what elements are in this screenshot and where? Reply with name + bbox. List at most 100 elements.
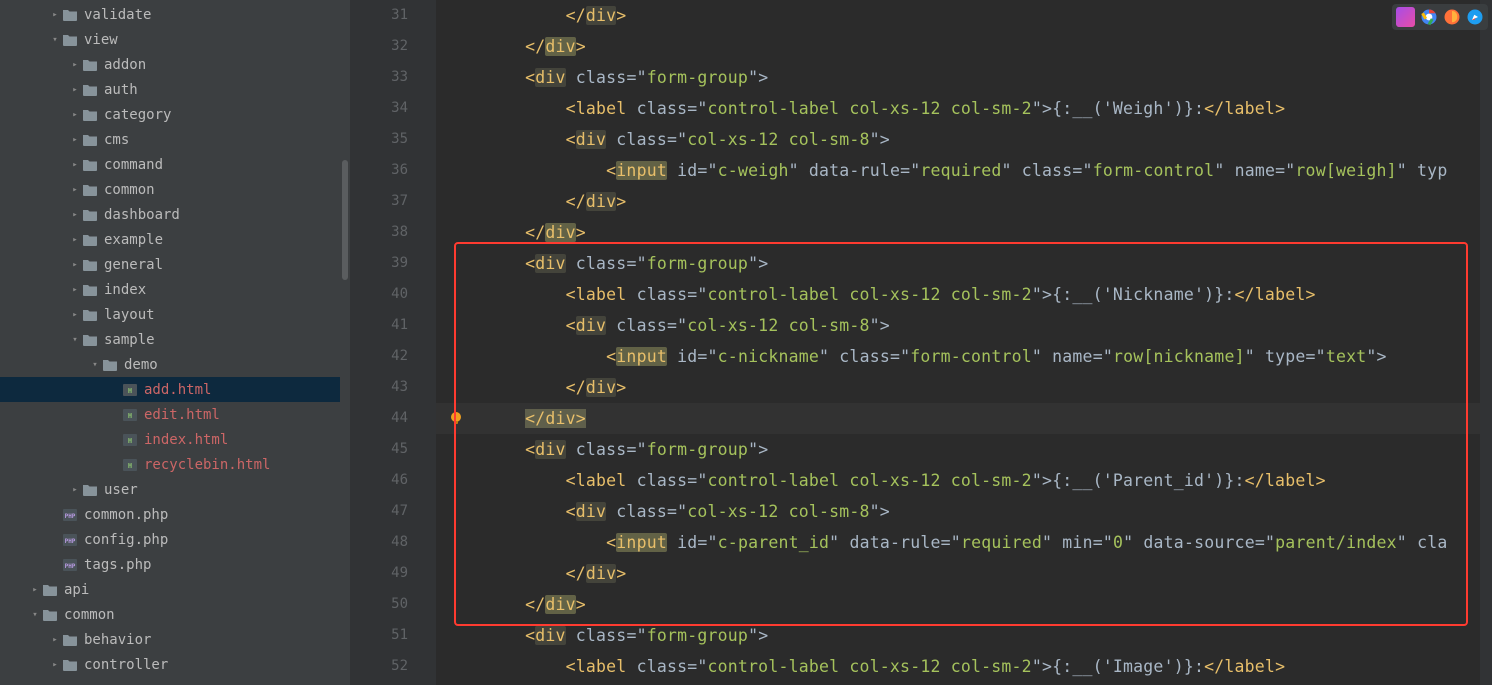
tree-item-controller[interactable]: ▸controller [0, 652, 340, 677]
code-line[interactable]: <input id="c-parent_id" data-rule="requi… [436, 527, 1492, 558]
chevron-icon[interactable]: ▸ [68, 60, 82, 70]
tree-item-add-html[interactable]: Hadd.html [0, 377, 340, 402]
chevron-icon[interactable]: ▸ [68, 160, 82, 170]
tree-item-label: layout [104, 307, 155, 323]
line-number: 49 [340, 558, 408, 589]
chevron-icon[interactable]: ▸ [28, 585, 42, 595]
code-line[interactable]: </div> [436, 217, 1492, 248]
folder-icon [62, 658, 78, 672]
code-line[interactable]: <div class="form-group"> [436, 248, 1492, 279]
tree-item-recyclebin-html[interactable]: Hrecyclebin.html [0, 452, 340, 477]
folder-icon [82, 283, 98, 297]
code-line[interactable]: <label class="control-label col-xs-12 co… [436, 651, 1492, 682]
tree-item-validate[interactable]: ▸validate [0, 2, 340, 27]
tree-item-common[interactable]: ▸common [0, 177, 340, 202]
tree-item-cms[interactable]: ▸ cms [0, 127, 340, 152]
code-line[interactable]: </div> [436, 589, 1492, 620]
code-line[interactable]: <div class="col-xs-12 col-sm-8"> [436, 310, 1492, 341]
tree-item-dashboard[interactable]: ▸dashboard [0, 202, 340, 227]
code-editor[interactable]: </div> </div> <div class="form-group"> <… [436, 0, 1492, 685]
chevron-icon[interactable]: ▸ [68, 135, 82, 145]
code-line[interactable]: <input id="c-nickname" class="form-contr… [436, 341, 1492, 372]
tree-item-tags-php[interactable]: PHPtags.php [0, 552, 340, 577]
tree-item-common-php[interactable]: PHPcommon.php [0, 502, 340, 527]
tree-item-label: demo [124, 357, 158, 373]
firefox-icon[interactable] [1442, 7, 1461, 27]
code-line[interactable]: <div class="form-group"> [436, 62, 1492, 93]
chevron-icon[interactable]: ▸ [68, 235, 82, 245]
tree-item-common[interactable]: ▾common [0, 602, 340, 627]
code-line[interactable]: </div> [436, 558, 1492, 589]
tree-item-label: user [104, 482, 138, 498]
project-tree[interactable]: ▸validate▾view▸addon▸auth▸category▸cms▸c… [0, 0, 340, 685]
chevron-icon[interactable]: ▾ [28, 610, 42, 620]
code-line[interactable]: </div> [436, 372, 1492, 403]
code-line[interactable]: <div class="form-group"> [436, 620, 1492, 651]
intention-bulb-icon[interactable] [448, 410, 464, 426]
html-file-icon: H [122, 458, 138, 472]
svg-text:H: H [128, 387, 132, 395]
chevron-icon[interactable]: ▾ [68, 335, 82, 345]
line-number: 43 [340, 372, 408, 403]
code-line[interactable]: </div> [436, 31, 1492, 62]
tree-item-command[interactable]: ▸command [0, 152, 340, 177]
chevron-icon[interactable]: ▸ [68, 310, 82, 320]
folder-icon [82, 108, 98, 122]
sidebar-scrollbar[interactable] [340, 0, 350, 685]
chevron-icon[interactable]: ▸ [68, 85, 82, 95]
chevron-icon[interactable]: ▸ [68, 260, 82, 270]
tree-item-layout[interactable]: ▸ layout [0, 302, 340, 327]
chevron-icon[interactable]: ▸ [68, 285, 82, 295]
tree-item-config-php[interactable]: PHPconfig.php [0, 527, 340, 552]
tree-item-view[interactable]: ▾ view [0, 27, 340, 52]
code-line[interactable]: <div class="col-xs-12 col-sm-8"> [436, 496, 1492, 527]
folder-icon [82, 233, 98, 247]
svg-text:PHP: PHP [65, 513, 76, 520]
line-number: 38 [340, 217, 408, 248]
html-file-icon: H [122, 383, 138, 397]
tree-item-auth[interactable]: ▸auth [0, 77, 340, 102]
chevron-icon[interactable]: ▸ [68, 485, 82, 495]
chevron-icon[interactable]: ▾ [88, 360, 102, 370]
php-file-icon: PHP [62, 508, 78, 522]
code-line[interactable]: <label class="control-label col-xs-12 co… [436, 279, 1492, 310]
chevron-icon[interactable]: ▾ [48, 35, 62, 45]
tree-item-index[interactable]: ▸index [0, 277, 340, 302]
tree-item-general[interactable]: ▸general [0, 252, 340, 277]
code-line[interactable]: </div> [436, 403, 1492, 434]
chevron-icon[interactable]: ▸ [48, 10, 62, 20]
line-number: 35 [340, 124, 408, 155]
browser-toolbar [1392, 4, 1488, 30]
tree-item-category[interactable]: ▸category [0, 102, 340, 127]
tree-item-sample[interactable]: ▾sample [0, 327, 340, 352]
code-line[interactable]: </div> [436, 0, 1492, 31]
line-number: 42 [340, 341, 408, 372]
tree-item-label: view [84, 32, 118, 48]
chevron-icon[interactable]: ▸ [68, 110, 82, 120]
editor-scrollbar[interactable] [1480, 0, 1492, 685]
chevron-icon[interactable]: ▸ [48, 660, 62, 670]
code-line[interactable]: <input id="c-weigh" data-rule="required"… [436, 155, 1492, 186]
tree-item-user[interactable]: ▸ user [0, 477, 340, 502]
tree-item-example[interactable]: ▸example [0, 227, 340, 252]
tree-item-label: cms [104, 132, 129, 148]
code-line[interactable]: <label class="control-label col-xs-12 co… [436, 465, 1492, 496]
chevron-icon[interactable]: ▸ [68, 185, 82, 195]
tree-item-demo[interactable]: ▾ demo [0, 352, 340, 377]
chrome-icon[interactable] [1419, 7, 1438, 27]
chevron-icon[interactable]: ▸ [68, 210, 82, 220]
folder-icon [42, 608, 58, 622]
tree-item-index-html[interactable]: Hindex.html [0, 427, 340, 452]
chevron-icon[interactable]: ▸ [48, 635, 62, 645]
code-line[interactable]: <div class="col-xs-12 col-sm-8"> [436, 124, 1492, 155]
code-line[interactable]: </div> [436, 186, 1492, 217]
code-line[interactable]: <div class="form-group"> [436, 434, 1492, 465]
tree-item-api[interactable]: ▸api [0, 577, 340, 602]
tree-item-behavior[interactable]: ▸behavior [0, 627, 340, 652]
tree-item-edit-html[interactable]: Hedit.html [0, 402, 340, 427]
tree-item-addon[interactable]: ▸addon [0, 52, 340, 77]
code-line[interactable]: <label class="control-label col-xs-12 co… [436, 93, 1492, 124]
safari-icon[interactable] [1465, 7, 1484, 27]
phpstorm-icon[interactable] [1396, 7, 1415, 27]
folder-icon [82, 158, 98, 172]
